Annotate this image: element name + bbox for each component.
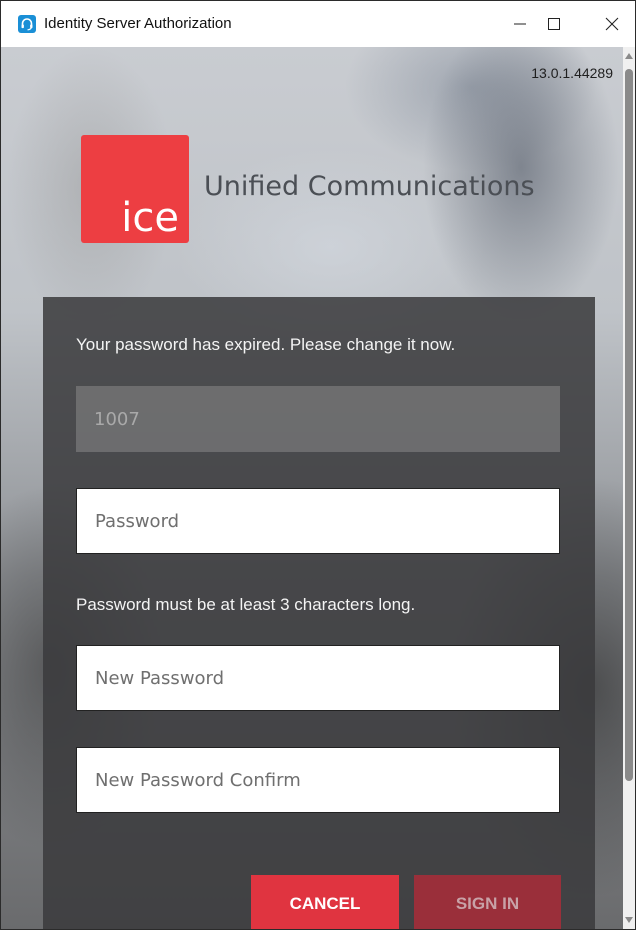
scroll-up-arrow-icon[interactable]	[625, 53, 633, 59]
logo-text: ice	[121, 195, 179, 241]
password-hint: Password must be at least 3 characters l…	[76, 595, 416, 614]
ice-logo: ice	[81, 135, 189, 243]
maximize-icon	[548, 18, 560, 30]
password-input[interactable]	[76, 488, 560, 554]
content-area: 13.0.1.44289 ice Unified Communications …	[1, 47, 623, 929]
minimize-icon	[514, 23, 526, 25]
expired-message: Your password has expired. Please change…	[76, 335, 456, 354]
title-bar[interactable]: Identity Server Authorization	[1, 1, 635, 47]
new-password-input[interactable]	[76, 645, 560, 711]
brand-name: Unified Communications	[204, 171, 535, 202]
cancel-button[interactable]: CANCEL	[251, 875, 399, 929]
window-title: Identity Server Authorization	[44, 15, 232, 32]
close-icon	[605, 17, 619, 31]
vertical-scrollbar[interactable]	[623, 47, 635, 929]
username-field: 1007	[76, 386, 560, 452]
sign-in-button[interactable]: SIGN IN	[414, 875, 561, 929]
close-button[interactable]	[589, 1, 635, 47]
maximize-button[interactable]	[531, 1, 577, 47]
scroll-down-arrow-icon[interactable]	[625, 917, 633, 923]
app-window: Identity Server Authorization 13.0.1.442…	[0, 0, 636, 930]
headset-icon	[18, 15, 36, 33]
scroll-thumb[interactable]	[625, 69, 633, 781]
new-password-confirm-input[interactable]	[76, 747, 560, 813]
version-label: 13.0.1.44289	[531, 65, 613, 81]
change-password-panel: Your password has expired. Please change…	[43, 297, 595, 929]
